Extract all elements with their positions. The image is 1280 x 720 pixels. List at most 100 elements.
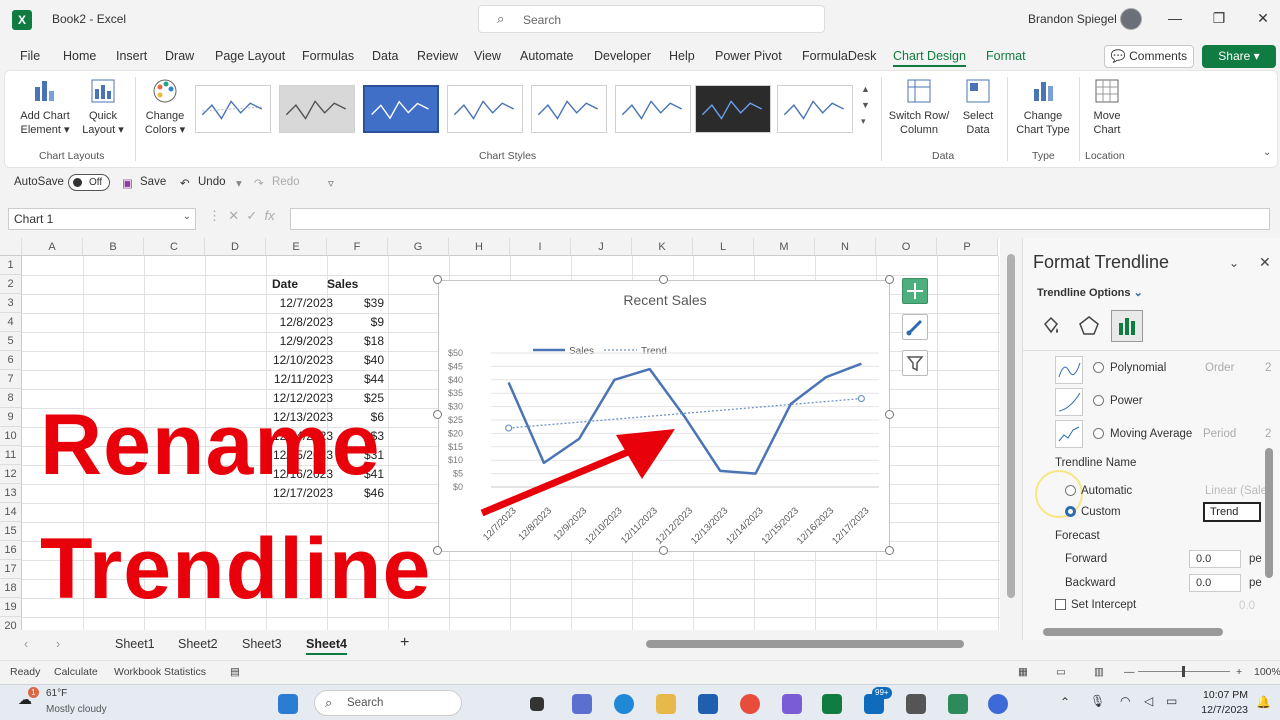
column-header[interactable]: L xyxy=(693,238,754,256)
next-sheet-icon[interactable]: › xyxy=(56,637,60,651)
change-chart-type-button[interactable]: Change Chart Type xyxy=(1013,77,1073,137)
tab-format[interactable]: Format xyxy=(986,49,1026,63)
table-cell-sales[interactable]: $44 xyxy=(327,372,384,386)
column-header[interactable]: P xyxy=(937,238,998,256)
row-header[interactable]: 15 xyxy=(0,522,22,541)
column-header[interactable]: J xyxy=(571,238,632,256)
table-cell-date[interactable]: 12/9/2023 xyxy=(266,334,333,348)
vertical-scrollbar[interactable] xyxy=(1004,238,1018,630)
chrome-icon[interactable] xyxy=(740,694,760,714)
tab-file[interactable]: File xyxy=(20,49,40,63)
chart-resize-handle[interactable] xyxy=(659,546,668,555)
tab-power-pivot[interactable]: Power Pivot xyxy=(715,49,782,63)
chart-resize-handle[interactable] xyxy=(433,546,442,555)
tab-data[interactable]: Data xyxy=(372,49,398,63)
row-header[interactable]: 18 xyxy=(0,579,22,598)
app-icon[interactable] xyxy=(948,694,968,714)
select-all-corner[interactable] xyxy=(0,238,22,256)
notification-bell-icon[interactable]: 🔔 xyxy=(1256,695,1271,709)
column-header[interactable]: G xyxy=(388,238,449,256)
pane-close-icon[interactable]: ✕ xyxy=(1259,254,1271,271)
column-header[interactable]: B xyxy=(83,238,144,256)
autosave-toggle[interactable]: Off xyxy=(68,174,110,191)
chart-style-5[interactable] xyxy=(531,85,607,133)
comments-button[interactable]: 💬 Comments xyxy=(1104,45,1194,68)
copilot-icon[interactable] xyxy=(782,694,802,714)
zoom-out-icon[interactable]: — xyxy=(1124,666,1135,678)
tab-automate[interactable]: Automate xyxy=(520,49,574,63)
redo-icon[interactable]: ↷ xyxy=(254,176,264,190)
edge-icon[interactable] xyxy=(614,694,634,714)
row-header[interactable]: 3 xyxy=(0,294,22,313)
chart-style-4[interactable] xyxy=(447,85,523,133)
row-header[interactable]: 7 xyxy=(0,370,22,389)
undo-icon[interactable]: ↶ xyxy=(180,176,190,190)
column-header[interactable]: D xyxy=(205,238,266,256)
minimize-icon[interactable]: — xyxy=(1160,10,1190,26)
row-header[interactable]: 16 xyxy=(0,541,22,560)
column-header[interactable]: K xyxy=(632,238,693,256)
period-value[interactable]: 2 xyxy=(1265,428,1271,440)
column-header[interactable]: E xyxy=(266,238,327,256)
chart-resize-handle[interactable] xyxy=(433,275,442,284)
collapse-ribbon-icon[interactable]: ⌄ xyxy=(1263,147,1271,158)
fill-line-icon[interactable] xyxy=(1039,314,1063,338)
tab-review[interactable]: Review xyxy=(417,49,458,63)
column-header[interactable]: M xyxy=(754,238,815,256)
search-input[interactable]: ⌕ Search xyxy=(478,5,825,33)
sheet-tab-3[interactable]: Sheet3 xyxy=(242,637,282,651)
gallery-scroll-icon[interactable]: ▲ ▼ ▾ xyxy=(861,81,870,129)
table-cell-sales[interactable]: $18 xyxy=(327,334,384,348)
row-header[interactable]: 14 xyxy=(0,503,22,522)
row-header[interactable]: 6 xyxy=(0,351,22,370)
page-layout-view-icon[interactable]: ▭ xyxy=(1056,666,1066,678)
chart-elements-button[interactable] xyxy=(902,278,928,304)
pane-scrollbar-thumb[interactable] xyxy=(1265,448,1273,578)
chart-style-1[interactable] xyxy=(195,85,271,133)
row-header[interactable]: 17 xyxy=(0,560,22,579)
volume-icon[interactable]: ◁ xyxy=(1144,694,1153,708)
teams-icon[interactable] xyxy=(572,694,592,714)
windows-start-icon[interactable] xyxy=(278,694,298,714)
moving-average-radio[interactable] xyxy=(1093,428,1104,439)
row-header[interactable]: 20 xyxy=(0,617,22,630)
row-header[interactable]: 4 xyxy=(0,313,22,332)
battery-icon[interactable]: ▭ xyxy=(1166,694,1177,708)
tab-formuladesk[interactable]: FormulaDesk xyxy=(802,49,876,63)
switch-row-column-button[interactable]: Switch Row/ Column xyxy=(887,77,951,137)
tab-developer[interactable]: Developer xyxy=(594,49,651,63)
custom-name-input[interactable]: Trend xyxy=(1203,502,1261,522)
chart-filters-button[interactable] xyxy=(902,350,928,376)
avatar[interactable] xyxy=(1120,8,1142,30)
chart-style-7[interactable] xyxy=(695,85,771,133)
chart-resize-handle[interactable] xyxy=(885,546,894,555)
trendline-options-icon[interactable] xyxy=(1111,310,1143,342)
zoom-in-icon[interactable]: + xyxy=(1236,666,1242,678)
select-data-button[interactable]: Select Data xyxy=(955,77,1001,137)
mic-icon[interactable]: 🎙 xyxy=(1090,694,1105,708)
chevron-down-icon[interactable]: ⌄ xyxy=(183,211,191,222)
tab-insert[interactable]: Insert xyxy=(116,49,147,63)
column-header[interactable]: O xyxy=(876,238,937,256)
row-header[interactable]: 2 xyxy=(0,275,22,294)
table-cell-date[interactable]: 12/7/2023 xyxy=(266,296,333,310)
undo-button[interactable]: Undo xyxy=(198,176,226,188)
chart-resize-handle[interactable] xyxy=(433,410,442,419)
row-header[interactable]: 10 xyxy=(0,427,22,446)
row-header[interactable]: 13 xyxy=(0,484,22,503)
chart-resize-handle[interactable] xyxy=(659,275,668,284)
chart-styles-button[interactable] xyxy=(902,314,928,340)
zoom-slider-thumb[interactable] xyxy=(1182,666,1185,677)
trendline-options-tab[interactable]: Trendline Options ⌄ xyxy=(1037,286,1143,299)
automatic-radio[interactable] xyxy=(1065,485,1076,496)
status-workbook-statistics[interactable]: Workbook Statistics xyxy=(114,666,206,678)
page-break-view-icon[interactable]: ▥ xyxy=(1094,666,1104,678)
column-header[interactable]: A xyxy=(22,238,83,256)
tab-chart-design[interactable]: Chart Design xyxy=(893,49,966,67)
chart-style-6[interactable] xyxy=(615,85,691,133)
set-intercept-checkbox[interactable] xyxy=(1055,599,1066,610)
excel-taskbar-icon[interactable] xyxy=(822,694,842,714)
calculator-icon[interactable] xyxy=(906,694,926,714)
custom-radio[interactable] xyxy=(1065,506,1076,517)
table-cell-sales[interactable]: $9 xyxy=(327,315,384,329)
